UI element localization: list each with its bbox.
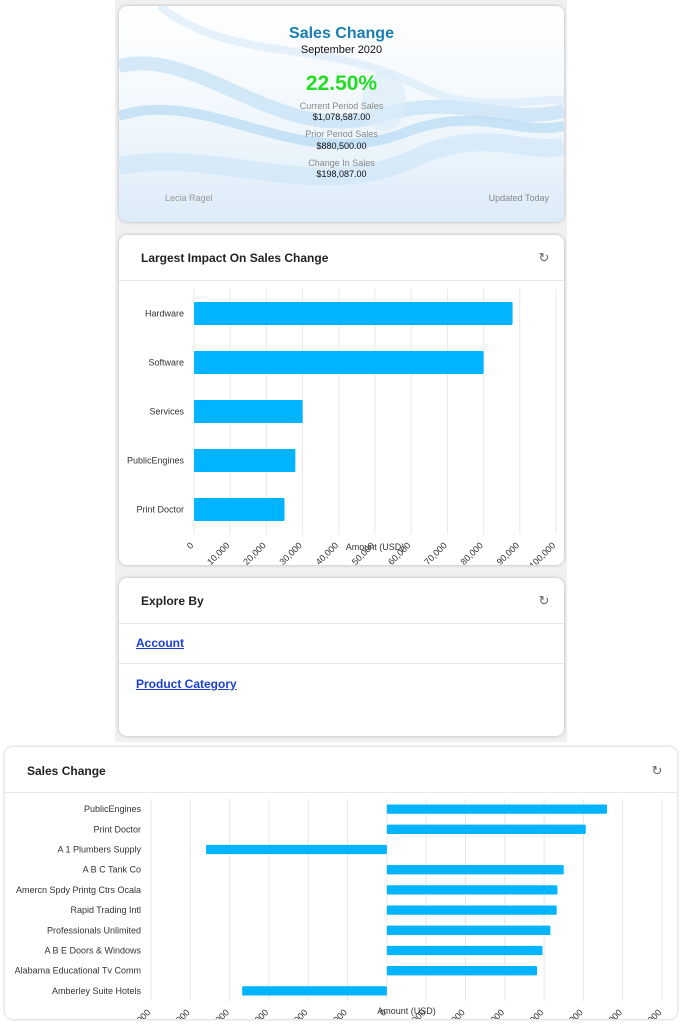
card-title: Largest Impact On Sales Change — [141, 251, 329, 265]
bar[interactable] — [386, 804, 607, 814]
x-tick-label: -25,000 — [163, 1007, 192, 1019]
explore-by-card: Explore By ↻ Account Product Category — [119, 578, 564, 736]
category-label: Print Doctor — [136, 505, 184, 515]
sales-change-kpi-card: Sales Change September 2020 22.50% Curre… — [119, 6, 564, 222]
prior-period-label: Prior Period Sales — [305, 129, 378, 139]
bar[interactable] — [386, 905, 557, 915]
x-tick-label: 10,000 — [205, 540, 232, 565]
refresh-icon[interactable]: ↻ — [650, 764, 664, 778]
x-tick-label: -15,000 — [242, 1007, 271, 1019]
refresh-icon[interactable]: ↻ — [537, 251, 551, 265]
category-label: Amercn Spdy Printg Ctrs Ocala — [16, 885, 141, 895]
category-label: Alabama Educational Tv Comm — [15, 966, 141, 976]
category-label: Professionals Unlimited — [47, 925, 141, 935]
category-label: Amberley Suite Hotels — [52, 986, 142, 996]
card-title: Sales Change — [27, 764, 106, 778]
category-label: Rapid Trading Intl — [70, 905, 141, 915]
sales-change-card: Sales Change ↻ -30,000 -25,000 -20,000 -15,… — [5, 747, 677, 1019]
bar[interactable] — [194, 399, 303, 424]
category-label: A B C Tank Co — [83, 865, 141, 875]
largest-impact-card: Largest Impact On Sales Change ↻ 0 10,000… — [119, 235, 564, 565]
prior-period-value: $880,500.00 — [316, 141, 367, 151]
x-tick-label: 25,000 — [558, 1007, 585, 1019]
x-tick-label: 20,000 — [519, 1007, 546, 1019]
x-tick-label: 30,000 — [598, 1007, 625, 1019]
x-tick-label: -10,000 — [281, 1007, 310, 1019]
bar[interactable] — [386, 925, 551, 935]
category-label: A B E Doors & Windows — [44, 946, 141, 956]
category-label: PublicEngines — [84, 804, 142, 814]
change-in-sales-value: $198,087.00 — [316, 169, 367, 179]
bar[interactable] — [386, 885, 558, 895]
card-title: Explore By — [141, 594, 204, 608]
category-label: Software — [148, 358, 184, 368]
category-label: Services — [149, 407, 184, 417]
x-tick-label: 20,000 — [241, 540, 268, 565]
bar[interactable] — [386, 865, 564, 875]
bar[interactable] — [194, 448, 296, 473]
x-tick-label: 30,000 — [277, 540, 304, 565]
x-axis-label: Amount (USD) — [377, 1006, 436, 1016]
divider — [119, 663, 564, 664]
x-tick-label: -20,000 — [202, 1007, 231, 1019]
x-tick-label: 70,000 — [422, 540, 449, 565]
x-tick-label: 40,000 — [314, 540, 341, 565]
category-label: Hardware — [145, 309, 184, 319]
x-tick-label: -30,000 — [124, 1007, 153, 1019]
x-tick-label: 100,000 — [527, 540, 557, 565]
category-label: PublicEngines — [127, 456, 185, 466]
updated-status: Updated Today — [488, 193, 549, 203]
bar[interactable] — [194, 497, 285, 522]
bar[interactable] — [386, 824, 586, 834]
category-label: A 1 Plumbers Supply — [57, 845, 141, 855]
x-tick-label: 15,000 — [480, 1007, 507, 1019]
change-in-sales-label: Change In Sales — [308, 158, 375, 168]
bar[interactable] — [194, 350, 484, 375]
sales-change-bar-chart: -30,000 -25,000 -20,000 -15,000 -10,000 -5,00… — [15, 799, 664, 1019]
x-axis-label: Amount (USD) — [346, 542, 405, 552]
x-tick-label: 10,000 — [440, 1007, 467, 1019]
x-tick-label: -5,000 — [324, 1007, 349, 1019]
refresh-icon[interactable]: ↻ — [537, 594, 551, 608]
x-tick-label: 90,000 — [495, 540, 522, 565]
current-period-value: $1,078,587.00 — [312, 112, 371, 122]
x-tick-label: 80,000 — [458, 540, 485, 565]
explore-link-account[interactable]: Account — [136, 636, 184, 650]
owner-name: Lecia Ragel — [165, 193, 213, 203]
kpi-title: Sales Change — [289, 25, 394, 42]
explore-link-product-category[interactable]: Product Category — [136, 677, 237, 691]
current-period-label: Current Period Sales — [299, 101, 384, 111]
bar[interactable] — [194, 301, 513, 326]
x-tick-label: 0 — [185, 540, 196, 551]
bar[interactable] — [242, 986, 387, 996]
category-label: Print Doctor — [93, 824, 141, 834]
kpi-percent-change: 22.50% — [305, 72, 378, 95]
bar[interactable] — [206, 844, 387, 855]
x-tick-label: 35,000 — [637, 1007, 664, 1019]
kpi-period: September 2020 — [300, 44, 383, 56]
bar[interactable] — [386, 945, 543, 956]
divider — [119, 623, 564, 624]
impact-bar-chart: 0 10,000 20,000 30,000 40,000 50,000 60,000 70,… — [127, 289, 557, 565]
bar[interactable] — [386, 966, 538, 976]
